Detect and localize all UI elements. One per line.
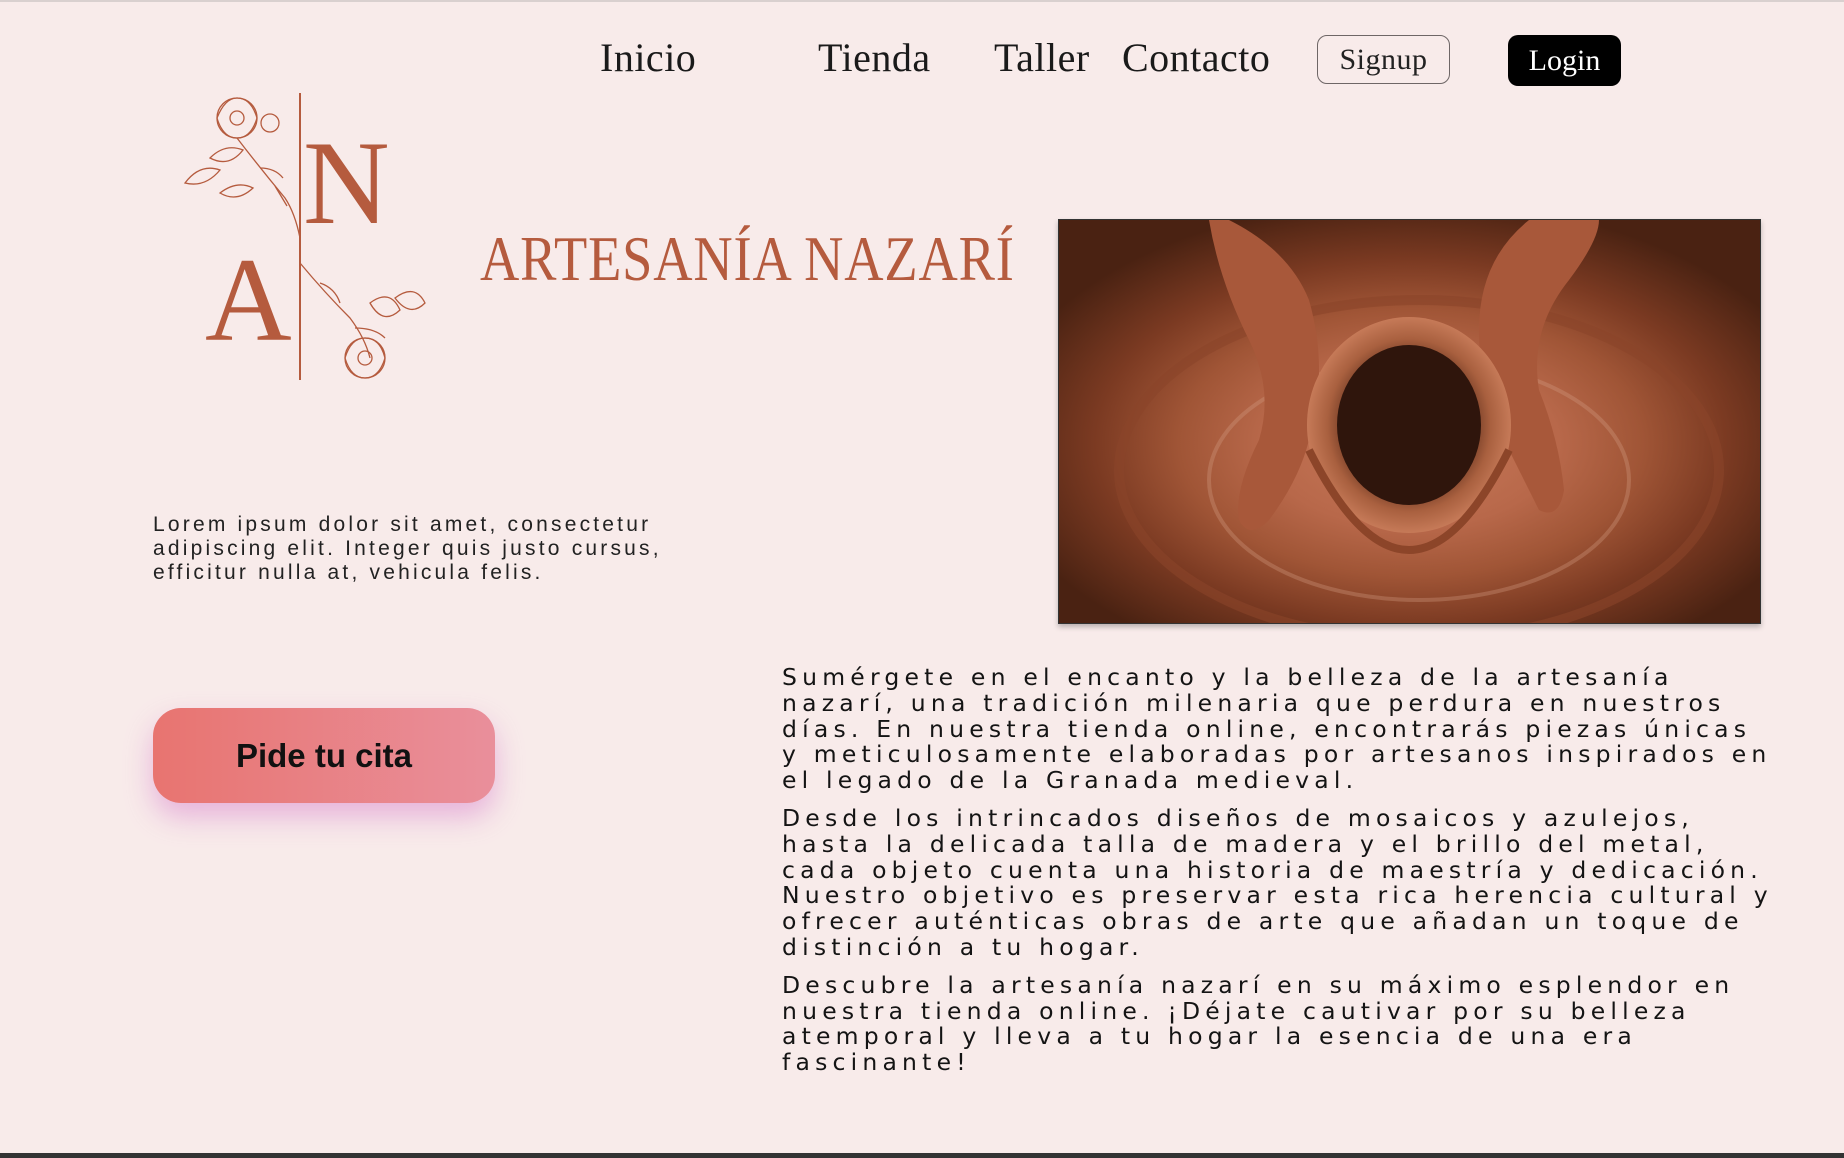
- brand-logo: N A: [165, 88, 435, 388]
- bottom-border: [0, 1153, 1844, 1158]
- floral-monogram-icon: N A: [183, 93, 426, 380]
- pottery-photo: [1058, 219, 1761, 624]
- book-appointment-button[interactable]: Pide tu cita: [153, 708, 495, 803]
- nav-link-tienda[interactable]: Tienda: [818, 34, 931, 81]
- login-button[interactable]: Login: [1508, 35, 1621, 86]
- nav-link-taller[interactable]: Taller: [994, 34, 1090, 81]
- signup-button[interactable]: Signup: [1317, 35, 1450, 84]
- description-paragraph: Descubre la artesanía nazarí en su máxim…: [782, 970, 1735, 1077]
- nav-link-contacto[interactable]: Contacto: [1122, 34, 1270, 81]
- nav-link-inicio[interactable]: Inicio: [600, 34, 696, 81]
- description-text: Sumérgete en el encanto y la belleza de …: [782, 663, 1782, 1088]
- top-border: [0, 0, 1844, 2]
- monogram-letter-top: N: [303, 116, 390, 249]
- intro-text: Lorem ipsum dolor sit amet, consectetur …: [153, 513, 662, 584]
- description-paragraph: Sumérgete en el encanto y la belleza de …: [782, 663, 1772, 795]
- monogram-letter-bottom: A: [205, 233, 292, 366]
- description-paragraph: Desde los intrincados diseños de mosaico…: [782, 803, 1773, 961]
- pottery-wheel-image: [1059, 220, 1760, 623]
- brand-title: ARTESANÍA NAZARÍ: [480, 223, 1015, 294]
